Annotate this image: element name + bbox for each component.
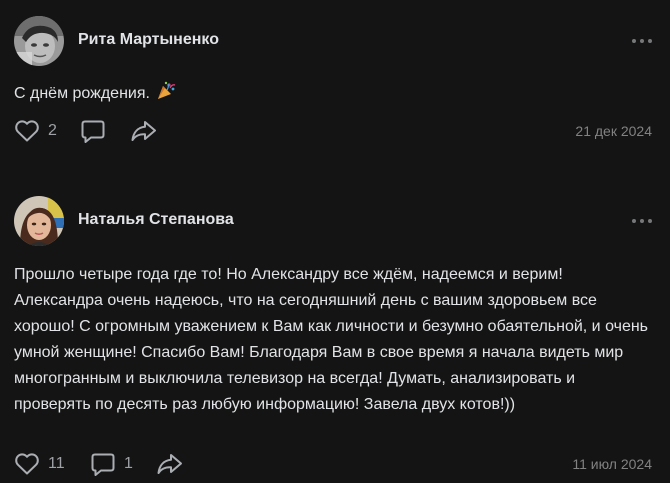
like-button[interactable]: 11 [14,449,70,479]
comment-text-content: С днём рождения. [14,85,150,102]
comment-count: 1 [124,455,133,472]
comment-button[interactable] [80,116,108,146]
comment-text: С днём рождения. [14,81,656,110]
share-icon [131,121,156,141]
like-count: 2 [48,122,57,139]
comment-header: Наталья Степанова [14,196,654,246]
comment-icon [91,453,115,476]
comment-actions: 11 1 11 июл 2024 [14,449,652,479]
heart-icon [15,453,39,475]
author-name[interactable]: Рита Мартыненко [78,31,219,49]
comment-header: Рита Мартыненко [14,16,654,66]
avatar[interactable] [14,16,64,66]
comment-date[interactable]: 21 дек 2024 [575,123,652,139]
comment-actions: 2 21 дек 2024 [14,116,652,146]
comment-feed: Рита Мартыненко С днём рождения. 2 21 де… [0,0,670,483]
comment-date[interactable]: 11 июл 2024 [572,456,652,472]
more-options-icon[interactable] [630,212,654,230]
share-icon [157,454,182,474]
comment-item: Рита Мартыненко С днём рождения. 2 21 де… [0,0,670,160]
share-button[interactable] [130,116,158,146]
avatar[interactable] [14,196,64,246]
like-count: 11 [48,455,65,472]
author-name[interactable]: Наталья Степанова [78,211,234,229]
comment-item: Наталья Степанова Прошло четыре года где… [0,180,670,483]
comment-icon [81,120,105,143]
heart-icon [15,120,39,142]
comment-button[interactable]: 1 [90,449,136,479]
like-button[interactable]: 2 [14,116,62,146]
share-button[interactable] [156,449,184,479]
party-popper-icon [156,81,176,110]
more-options-icon[interactable] [630,32,654,50]
comment-text: Прошло четыре года где то! Но Александру… [14,266,649,413]
